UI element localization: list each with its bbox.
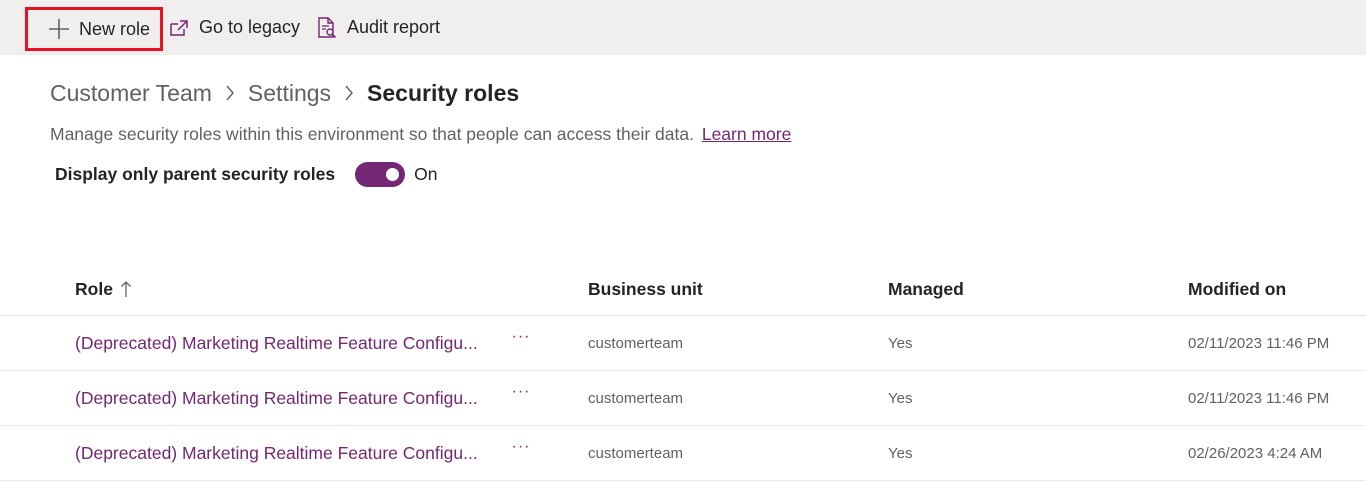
more-options-button[interactable]: ··· bbox=[509, 310, 533, 364]
command-bar: New role Go to legacy Audit report bbox=[0, 0, 1366, 55]
role-link[interactable]: (Deprecated) Marketing Realtime Feature … bbox=[75, 426, 478, 480]
parent-roles-toggle[interactable] bbox=[355, 161, 406, 187]
table-row[interactable]: (Deprecated) Marketing Realtime Feature … bbox=[0, 316, 1366, 371]
column-header-business-unit[interactable]: Business unit bbox=[588, 262, 703, 316]
security-roles-table: Role Business unit Managed Modified on (… bbox=[0, 262, 1366, 481]
more-options-button[interactable]: ··· bbox=[509, 365, 533, 419]
description-text: Manage security roles within this enviro… bbox=[50, 124, 694, 144]
parent-roles-toggle-row: Display only parent security roles On bbox=[55, 160, 437, 188]
role-link[interactable]: (Deprecated) Marketing Realtime Feature … bbox=[75, 371, 478, 425]
managed-cell: Yes bbox=[888, 334, 913, 352]
report-search-icon bbox=[316, 16, 338, 40]
page-title: Security roles bbox=[367, 79, 520, 106]
modified-on-cell: 02/26/2023 4:24 AM bbox=[1188, 444, 1323, 462]
column-header-modified-on[interactable]: Modified on bbox=[1188, 262, 1286, 316]
new-role-button[interactable]: New role bbox=[25, 7, 163, 51]
role-link[interactable]: (Deprecated) Marketing Realtime Feature … bbox=[75, 316, 478, 370]
business-unit-cell: customerteam bbox=[588, 334, 684, 352]
toggle-knob bbox=[386, 167, 400, 181]
arrow-up-icon bbox=[120, 280, 132, 298]
column-header-managed[interactable]: Managed bbox=[888, 262, 964, 316]
audit-report-label: Audit report bbox=[347, 17, 441, 37]
toggle-label: Display only parent security roles bbox=[55, 163, 336, 184]
modified-on-cell: 02/11/2023 11:46 PM bbox=[1188, 334, 1330, 352]
managed-cell: Yes bbox=[888, 444, 913, 462]
column-header-role[interactable]: Role bbox=[75, 262, 132, 316]
learn-more-link[interactable]: Learn more bbox=[702, 124, 792, 144]
business-unit-cell: customerteam bbox=[588, 389, 684, 407]
table-row[interactable]: (Deprecated) Marketing Realtime Feature … bbox=[0, 371, 1366, 426]
table-header: Role Business unit Managed Modified on bbox=[0, 262, 1366, 316]
breadcrumb-customer-team[interactable]: Customer Team bbox=[50, 80, 212, 107]
breadcrumb: Customer Team Settings Security roles bbox=[50, 78, 519, 108]
plus-icon bbox=[48, 18, 70, 40]
breadcrumb-settings[interactable]: Settings bbox=[248, 80, 331, 107]
business-unit-cell: customerteam bbox=[588, 444, 684, 462]
new-role-label: New role bbox=[79, 18, 151, 39]
modified-on-cell: 02/11/2023 11:46 PM bbox=[1188, 389, 1330, 407]
audit-report-button[interactable]: Audit report bbox=[316, 0, 440, 55]
open-external-icon bbox=[168, 18, 190, 38]
chevron-right-icon bbox=[225, 85, 235, 101]
managed-cell: Yes bbox=[888, 389, 913, 407]
column-header-role-label: Role bbox=[75, 278, 113, 299]
table-row[interactable]: (Deprecated) Marketing Realtime Feature … bbox=[0, 426, 1366, 481]
go-to-legacy-button[interactable]: Go to legacy bbox=[168, 0, 300, 55]
page-description: Manage security roles within this enviro… bbox=[50, 124, 791, 145]
go-to-legacy-label: Go to legacy bbox=[199, 17, 301, 37]
more-options-button[interactable]: ··· bbox=[509, 420, 533, 474]
toggle-state-label: On bbox=[414, 163, 438, 184]
chevron-right-icon bbox=[344, 85, 354, 101]
